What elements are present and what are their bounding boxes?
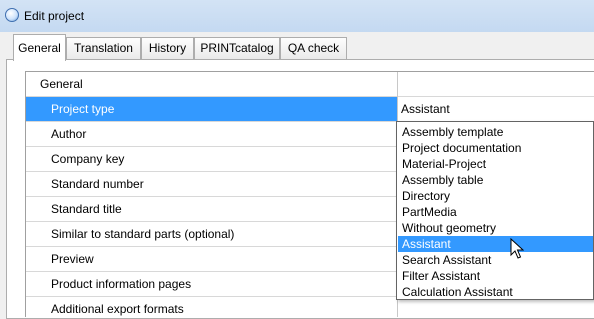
property-row-project-type[interactable]: Project type Assistant bbox=[26, 97, 594, 122]
tab-qa-check[interactable]: QA check bbox=[280, 37, 347, 59]
tab-translation[interactable]: Translation bbox=[66, 37, 141, 59]
category-label: General bbox=[26, 72, 397, 96]
property-label: Preview bbox=[51, 252, 94, 266]
dropdown-option[interactable]: Directory bbox=[398, 188, 593, 204]
title-bar: Edit project bbox=[0, 0, 594, 32]
tab-bar: General Translation History PRINTcatalog… bbox=[0, 32, 594, 61]
dropdown-option[interactable]: Project documentation bbox=[398, 140, 593, 156]
tab-general[interactable]: General bbox=[13, 34, 66, 61]
property-label: Project type bbox=[26, 97, 397, 121]
tab-printcatalog[interactable]: PRINTcatalog bbox=[194, 37, 280, 59]
dropdown-option[interactable]: Filter Assistant bbox=[398, 268, 593, 284]
mouse-cursor-icon bbox=[510, 238, 524, 259]
dropdown-option[interactable]: PartMedia bbox=[398, 204, 593, 220]
property-label: Author bbox=[51, 127, 87, 141]
project-type-dropdown[interactable]: Assembly template Project documentation … bbox=[396, 121, 594, 300]
dropdown-option[interactable]: Assembly template bbox=[398, 124, 593, 140]
app-icon bbox=[5, 8, 19, 22]
column-divider bbox=[397, 297, 398, 317]
dropdown-option[interactable]: Assembly table bbox=[398, 172, 593, 188]
dropdown-option-highlighted[interactable]: Assistant bbox=[398, 236, 593, 252]
dropdown-option[interactable]: Search Assistant bbox=[398, 252, 593, 268]
dropdown-option[interactable]: Without geometry bbox=[398, 220, 593, 236]
property-row-export-formats[interactable]: Additional export formats bbox=[26, 297, 594, 317]
project-type-select[interactable]: Assistant bbox=[401, 97, 450, 121]
column-divider bbox=[397, 72, 398, 97]
property-label: Similar to standard parts (optional) bbox=[51, 227, 235, 241]
tab-history[interactable]: History bbox=[141, 37, 194, 59]
dropdown-option[interactable]: Calculation Assistant bbox=[398, 284, 593, 300]
property-label: Standard title bbox=[51, 202, 122, 216]
property-label: Product information pages bbox=[51, 277, 192, 291]
property-label: Standard number bbox=[51, 177, 144, 191]
dropdown-option[interactable]: Material-Project bbox=[398, 156, 593, 172]
column-divider bbox=[397, 97, 398, 122]
property-label: Additional export formats bbox=[51, 302, 184, 316]
window-title: Edit project bbox=[24, 9, 85, 23]
property-label: Company key bbox=[51, 152, 125, 166]
category-row-general[interactable]: General bbox=[26, 72, 594, 97]
